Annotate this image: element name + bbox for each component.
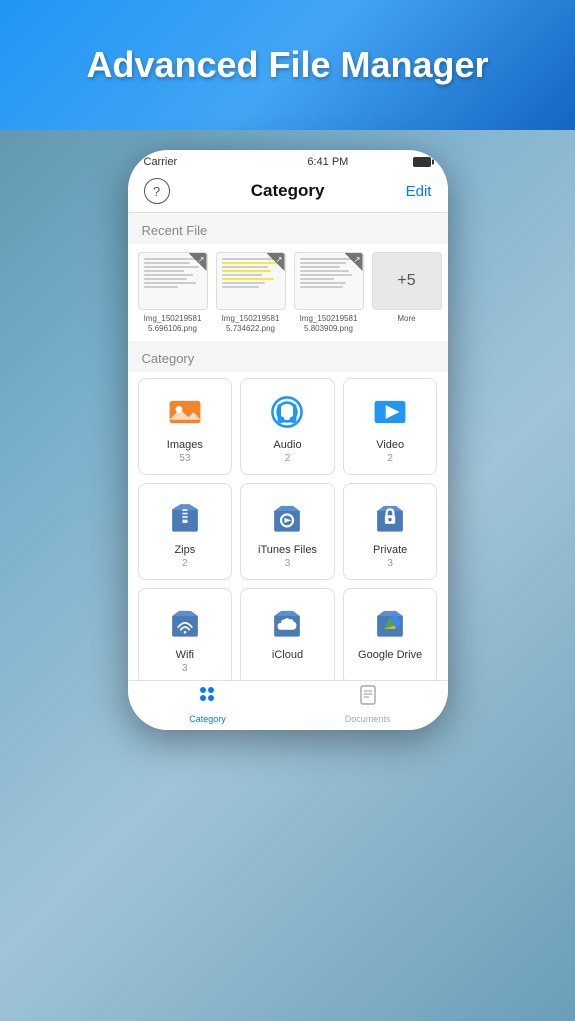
private-icon-container — [369, 496, 411, 538]
category-item-zips[interactable]: Zips 2 — [138, 483, 233, 580]
audio-icon — [269, 394, 305, 430]
images-icon-container — [164, 391, 206, 433]
wifi-count: 3 — [182, 663, 188, 674]
thumb-arrow-icon: ↗ — [354, 255, 361, 264]
zips-icon — [167, 499, 203, 535]
video-label: Video — [376, 439, 404, 451]
private-label: Private — [373, 544, 407, 556]
video-count: 2 — [387, 453, 393, 464]
category-section-header: Category — [128, 341, 448, 372]
zips-count: 2 — [182, 558, 188, 569]
images-icon — [167, 394, 203, 430]
help-icon: ? — [153, 184, 160, 199]
help-button[interactable]: ? — [144, 178, 170, 204]
content-area: Recent File ↗ — [128, 213, 448, 713]
recent-thumb-3: ↗ — [294, 252, 364, 310]
recent-thumb-2: ↗ — [216, 252, 286, 310]
top-banner: Advanced File Manager — [0, 0, 575, 130]
video-icon-container — [369, 391, 411, 433]
recent-file-name-3: Img_1502195815.803909.png — [294, 314, 364, 333]
recent-file-more[interactable]: +5 More — [372, 252, 442, 333]
tab-category[interactable]: Category — [128, 684, 288, 728]
edit-button[interactable]: Edit — [406, 183, 432, 200]
nav-bar: ? Category Edit — [128, 172, 448, 213]
carrier-label: Carrier — [144, 156, 178, 168]
images-count: 53 — [179, 453, 190, 464]
audio-icon-container — [266, 391, 308, 433]
time-label: 6:41 PM — [307, 156, 348, 168]
banner-title: Advanced File Manager — [86, 44, 488, 86]
images-label: Images — [167, 439, 203, 451]
category-item-private[interactable]: Private 3 — [343, 483, 438, 580]
category-item-wifi[interactable]: Wifi 3 — [138, 588, 233, 685]
recent-section-header: Recent File — [128, 213, 448, 244]
tab-documents[interactable]: Documents — [288, 684, 448, 728]
recent-file-2[interactable]: ↗ Img_1502195815.734622.png — [216, 252, 286, 333]
battery-icon — [413, 157, 431, 167]
recent-thumb-more: +5 — [372, 252, 442, 310]
category-item-icloud[interactable]: iCloud — [240, 588, 335, 685]
googledrive-label: Google Drive — [358, 649, 422, 661]
audio-label: Audio — [273, 439, 301, 451]
icloud-label: iCloud — [272, 649, 303, 661]
thumb-arrow-icon: ↗ — [198, 255, 205, 264]
zips-icon-container — [164, 496, 206, 538]
category-item-itunes[interactable]: iTunes Files 3 — [240, 483, 335, 580]
nav-title: Category — [251, 181, 325, 201]
tab-category-label: Category — [189, 714, 226, 724]
tab-bar: Category Documents — [128, 680, 448, 730]
video-icon — [372, 394, 408, 430]
status-bar: Carrier ︎ 6:41 PM — [128, 150, 448, 172]
googledrive-icon-container — [369, 601, 411, 643]
category-item-video[interactable]: Video 2 — [343, 378, 438, 475]
category-item-googledrive[interactable]: Google Drive — [343, 588, 438, 685]
wifi-folder-icon — [167, 604, 203, 640]
status-right — [413, 157, 431, 167]
more-count: +5 — [397, 272, 415, 290]
recent-file-name-1: Img_1502195815.696106.png — [138, 314, 208, 333]
googledrive-icon — [372, 604, 408, 640]
category-item-images[interactable]: Images 53 — [138, 378, 233, 475]
phone-frame: Carrier ︎ 6:41 PM ? Category Edit Recen… — [128, 150, 448, 730]
private-count: 3 — [387, 558, 393, 569]
itunes-label: iTunes Files — [258, 544, 317, 556]
private-icon — [372, 499, 408, 535]
recent-file-1[interactable]: ↗ Img_1502195815.696106.png — [138, 252, 208, 333]
tab-category-icon — [197, 684, 219, 712]
category-grid: Images 53 Audio 2 — [128, 372, 448, 713]
itunes-icon-container — [266, 496, 308, 538]
itunes-count: 3 — [285, 558, 291, 569]
recent-thumb-1: ↗ — [138, 252, 208, 310]
audio-count: 2 — [285, 453, 291, 464]
icloud-icon — [269, 604, 305, 640]
tab-documents-label: Documents — [345, 714, 391, 724]
recent-files-row: ↗ Img_1502195815.696106.png — [128, 244, 448, 341]
icloud-icon-container — [266, 601, 308, 643]
recent-file-name-more: More — [372, 314, 442, 324]
recent-file-name-2: Img_1502195815.734622.png — [216, 314, 286, 333]
zips-label: Zips — [174, 544, 195, 556]
wifi-icon-container — [164, 601, 206, 643]
recent-file-3[interactable]: ↗ Img_1502195815.803909.png — [294, 252, 364, 333]
thumb-arrow-icon: ↗ — [276, 255, 283, 264]
wifi-label: Wifi — [176, 649, 194, 661]
tab-documents-icon — [357, 684, 379, 712]
category-item-audio[interactable]: Audio 2 — [240, 378, 335, 475]
itunes-icon — [269, 499, 305, 535]
